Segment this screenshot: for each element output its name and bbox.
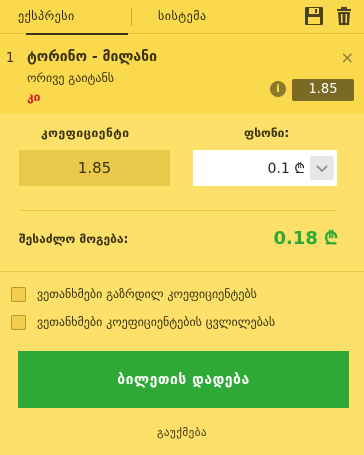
accept-increased-odds-option[interactable]: ვეთანხმები გაზრდილ კოეფიციენტებს [11,286,351,304]
tab-express-label: ექსპრესი [18,9,75,23]
bet-match-name: ტორინო - მილანი [27,49,158,65]
chevron-down-icon[interactable] [310,156,334,180]
divider [19,210,337,211]
accept-odds-changes-checkbox[interactable] [11,315,26,330]
close-icon[interactable]: × [341,48,354,67]
stake-value: 0.1 ₾ [267,161,305,177]
divider [0,271,364,272]
bet-odds-badge: 1.85 [292,79,354,101]
bet-market: ორივე გაიტანს [27,71,115,85]
bet-selection: კი [27,90,41,104]
accept-odds-changes-label: ვეთანხმები კოეფიციენტების ცვლილებას [37,315,276,329]
bet-type-tabs: ექსპრესი სისტემა [0,0,364,35]
coefficient-label: კოეფიციენტი [41,126,130,140]
accept-odds-changes-option[interactable]: ვეთანხმები კოეფიციენტების ცვლილებას [11,314,351,332]
trash-icon[interactable] [334,6,354,26]
info-icon[interactable]: i [270,81,286,97]
potential-win-label: შესაძლო მოგება: [19,232,129,246]
stake-select[interactable]: 0.1 ₾ [193,150,337,186]
cancel-button[interactable]: გაუქმება [0,426,364,439]
coefficient-value: 1.85 [19,150,170,186]
tab-system-label: სისტემა [158,9,207,23]
stake-label: ფსონი: [244,126,290,140]
bet-item: 1 ტორინო - მილანი × ორივე გაიტანს კი i 1… [0,42,364,108]
potential-win-value: 0.18 ₾ [273,228,338,249]
place-bet-button[interactable]: ბილეთის დადება [18,351,349,408]
accept-increased-odds-checkbox[interactable] [11,287,26,302]
bet-number: 1 [6,51,15,66]
tab-system[interactable]: სისტემა [158,0,207,34]
save-icon[interactable] [304,6,324,26]
tab-express[interactable]: ექსპრესი [18,0,128,35]
tab-divider [131,8,132,26]
accept-increased-odds-label: ვეთანხმები გაზრდილ კოეფიციენტებს [37,287,257,301]
